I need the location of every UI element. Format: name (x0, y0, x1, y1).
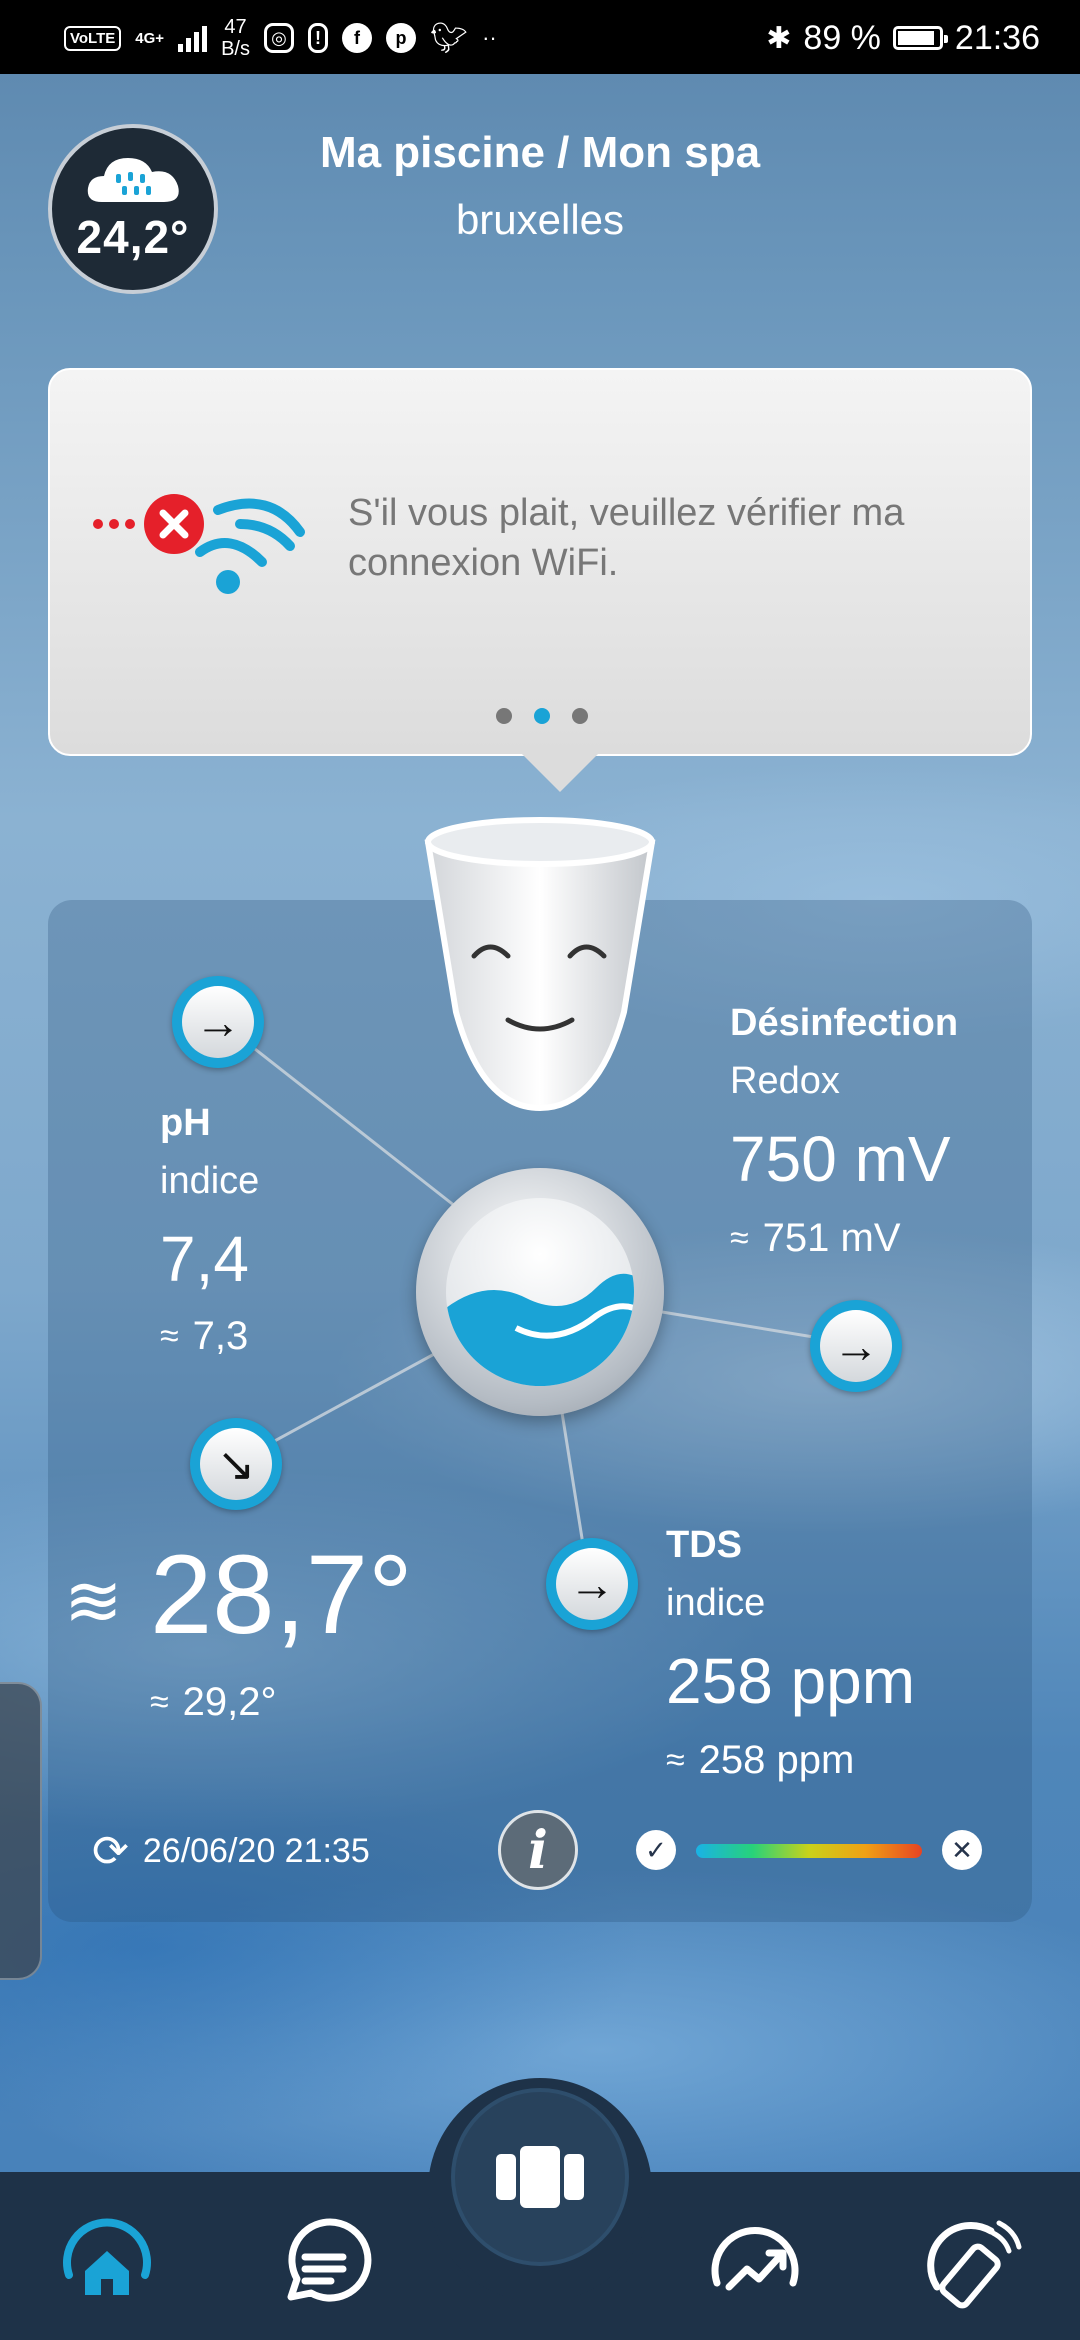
mascot-cup-icon (424, 817, 656, 1112)
ph-average: ≈7,3 (160, 1314, 249, 1358)
average-icon: ≈ (160, 1317, 179, 1355)
ph-value: 7,4 (160, 1223, 249, 1295)
ph-sublabel: indice (160, 1160, 260, 1202)
last-update-time: 26/06/20 21:35 (142, 1832, 370, 1870)
info-button[interactable]: i (498, 1810, 578, 1890)
ph-trend-button[interactable]: → (172, 976, 264, 1068)
tds-trend-button[interactable]: → (546, 1538, 638, 1630)
average-icon: ≈ (730, 1219, 749, 1257)
refresh-icon: ⟳ (92, 1827, 129, 1876)
water-waves-icon: ≋ (64, 1562, 123, 1640)
nav-remote-button[interactable] (918, 2210, 1028, 2320)
temperature-trend-button[interactable]: ↘ (190, 1418, 282, 1510)
water-temperature: 28,7° (150, 1532, 413, 1657)
ph-label: pH (160, 1102, 211, 1144)
arrow-right-icon: → (820, 1310, 892, 1382)
arrow-right-icon: → (182, 986, 254, 1058)
pool-status-ball[interactable] (416, 1168, 664, 1416)
cross-icon: ✕ (942, 1830, 982, 1870)
wave-icon (446, 1273, 634, 1386)
quality-gradient-bar (696, 1844, 922, 1858)
tds-average: ≈258 ppm (666, 1738, 855, 1782)
trend-icon (711, 2227, 799, 2291)
disinfection-value: 750 mV (730, 1123, 951, 1195)
disinfection-trend-button[interactable]: → (810, 1300, 902, 1392)
last-update[interactable]: ⟳ 26/06/20 21:35 (92, 1826, 370, 1877)
water-temperature-average: ≈29,2° (150, 1680, 277, 1724)
disinfection-sublabel: Redox (730, 1060, 840, 1102)
tds-value: 258 ppm (666, 1645, 916, 1717)
average-icon: ≈ (666, 1741, 685, 1779)
nav-messages-button[interactable] (268, 2210, 378, 2320)
tds-sublabel: indice (666, 1582, 766, 1624)
disinfection-label: Désinfection (730, 1002, 959, 1044)
check-icon: ✓ (636, 1830, 676, 1870)
side-drawer-handle[interactable] (0, 1682, 42, 1980)
remote-icon (927, 2220, 1022, 2309)
device-icon (496, 2146, 584, 2208)
tds-label: TDS (666, 1524, 742, 1566)
nav-home-button[interactable] (52, 2210, 162, 2320)
chat-icon (287, 2218, 372, 2302)
average-icon: ≈ (150, 1683, 169, 1721)
arrow-right-icon: → (556, 1548, 628, 1620)
nav-trends-button[interactable] (700, 2210, 810, 2320)
arrow-down-right-icon: ↘ (200, 1428, 272, 1500)
nav-device-button[interactable] (455, 2092, 625, 2262)
home-icon (63, 2218, 151, 2295)
quality-scale: ✓ ✕ (636, 1830, 986, 1870)
disinfection-average: ≈751 mV (730, 1216, 901, 1260)
